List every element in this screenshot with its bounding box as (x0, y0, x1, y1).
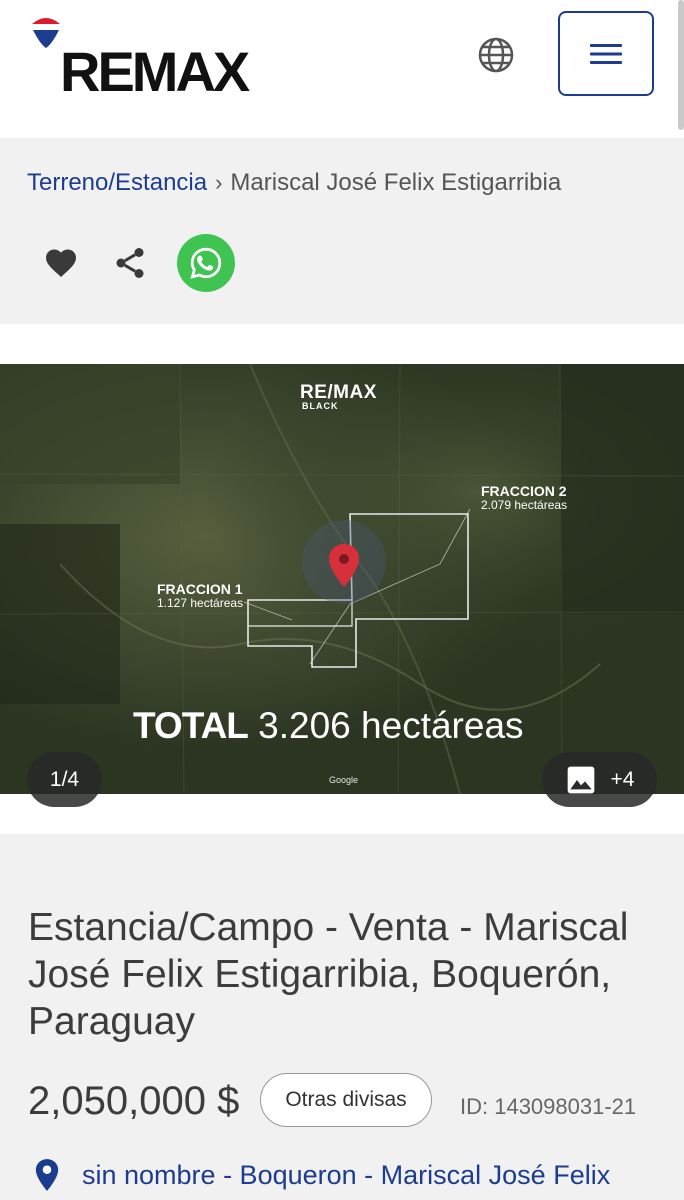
page-scrollbar[interactable] (678, 0, 684, 130)
other-currencies-button[interactable]: Otras divisas (260, 1073, 432, 1127)
photo-counter: 1/4 (27, 752, 102, 807)
gallery-button[interactable]: +4 (542, 752, 657, 807)
photo-total: TOTAL 3.206 hectáreas (133, 704, 524, 748)
breadcrumb-current: Mariscal José Felix Estigarribia (230, 169, 562, 196)
fraction1-title: FRACCION 1 (157, 581, 243, 597)
whatsapp-icon (190, 247, 222, 279)
location-text[interactable]: sin nombre - Boqueron - Mariscal José Fe… (82, 1158, 610, 1192)
gallery-top-spacer (0, 324, 684, 364)
listing-price: 2,050,000 $ (28, 1079, 240, 1123)
whatsapp-button[interactable] (177, 234, 235, 292)
hamburger-menu-icon (590, 43, 622, 64)
breadcrumb-separator: › (215, 170, 223, 195)
photo-brand-sub: BLACK (302, 401, 339, 411)
site-header: REMAX (0, 0, 684, 138)
heart-icon[interactable] (42, 245, 80, 281)
photo-total-value: 3.206 hectáreas (258, 705, 524, 746)
brand-name: REMAX (60, 40, 250, 103)
listing-id: ID: 143098031-21 (460, 1094, 637, 1119)
fraction2-title: FRACCION 2 (481, 483, 567, 499)
remax-logo[interactable]: REMAX (30, 16, 262, 100)
menu-button[interactable] (558, 11, 654, 96)
image-icon (567, 766, 594, 793)
fraction1-area: 1.127 hectáreas (157, 596, 244, 610)
gallery-more-count: +4 (610, 767, 635, 791)
listing-photo[interactable]: RE/MAX BLACK FRACCION 2 2.079 hectáreas … (0, 364, 684, 794)
fraction2-area: 2.079 hectáreas (481, 498, 568, 512)
breadcrumb: Terreno/Estancia › Mariscal José Felix Est… (27, 168, 561, 198)
globe-icon[interactable] (477, 36, 515, 74)
breadcrumb-link-category[interactable]: Terreno/Estancia (27, 169, 207, 196)
map-credit: Google (329, 775, 359, 785)
photo-total-label: TOTAL (133, 705, 249, 746)
listing-title: Estancia/Campo - Venta - Mariscal José F… (28, 906, 629, 1043)
map-pin-icon (35, 1159, 59, 1191)
share-icon[interactable] (112, 245, 148, 281)
